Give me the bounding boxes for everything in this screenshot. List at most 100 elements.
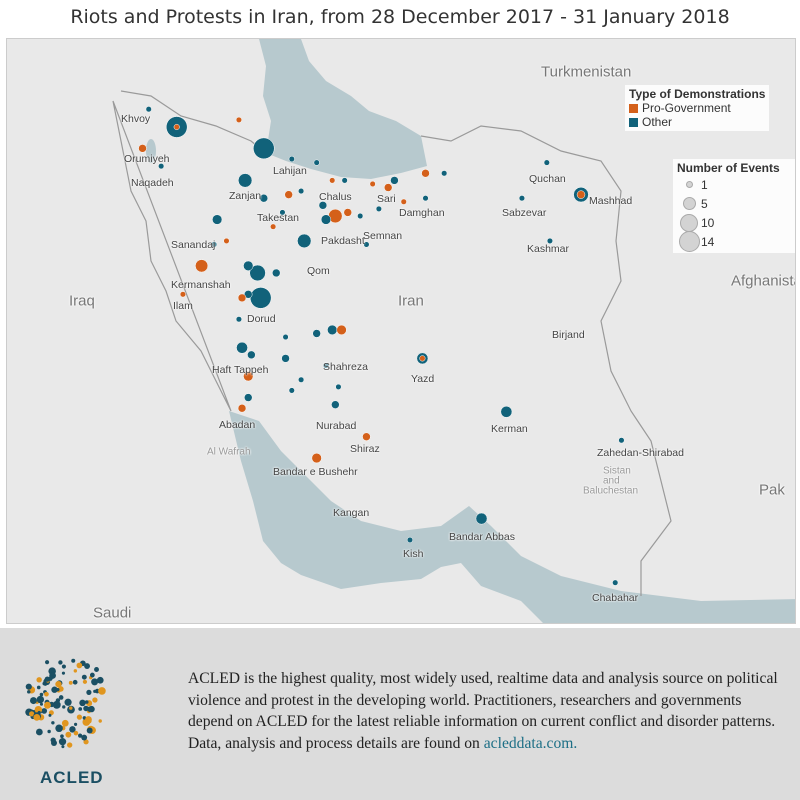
event-marker-pro-government[interactable] <box>237 404 247 413</box>
logo-dot <box>71 658 76 663</box>
event-marker-other[interactable] <box>357 212 364 220</box>
acled-logo-icon <box>25 658 106 749</box>
event-marker-other[interactable] <box>543 159 550 166</box>
city-label: Chalus <box>319 191 352 203</box>
country-label: Iraq <box>69 292 95 310</box>
event-marker-pro-government[interactable] <box>179 291 186 298</box>
size-circle <box>682 197 696 210</box>
event-marker-other[interactable] <box>390 176 399 185</box>
event-marker-other[interactable] <box>341 177 348 184</box>
event-marker-pro-government[interactable] <box>237 293 247 303</box>
acled-link[interactable]: acleddata.com. <box>484 735 578 752</box>
city-label: Quchan <box>529 173 566 185</box>
country-label: Pak <box>759 481 785 499</box>
event-marker-other[interactable] <box>281 354 290 363</box>
event-marker-pro-government[interactable] <box>284 190 293 199</box>
event-marker-other[interactable] <box>249 287 272 309</box>
logo-dot <box>37 710 41 714</box>
event-marker-other[interactable] <box>212 214 223 225</box>
map[interactable]: Iraq Iran Saudi Pak Afghanista Turkmenistan Al… <box>6 38 796 624</box>
event-marker-other[interactable] <box>244 393 253 402</box>
event-marker-other[interactable] <box>282 333 289 341</box>
event-marker-pro-government[interactable] <box>400 198 407 205</box>
event-marker-other[interactable] <box>320 214 332 225</box>
city-label: Shiraz <box>350 443 380 455</box>
event-marker-pro-government[interactable] <box>311 452 322 464</box>
event-marker-other[interactable] <box>145 106 152 113</box>
event-marker-pro-government[interactable] <box>419 355 426 362</box>
logo-dot <box>86 727 93 734</box>
event-marker-other[interactable] <box>422 195 429 202</box>
city-label: Bandar e Bushehr <box>273 466 358 478</box>
event-marker-pro-government[interactable] <box>235 116 242 123</box>
event-marker-pro-government[interactable] <box>173 123 180 131</box>
event-marker-pro-government[interactable] <box>421 169 430 178</box>
event-marker-other[interactable] <box>327 324 338 336</box>
event-marker-pro-government[interactable] <box>223 237 230 244</box>
event-marker-other[interactable] <box>618 437 625 444</box>
event-marker-pro-government[interactable] <box>362 432 371 441</box>
city-label: Kashmar <box>527 243 570 255</box>
event-marker-other[interactable] <box>247 350 256 360</box>
logo-dot <box>72 679 78 685</box>
logo-dot <box>92 697 98 703</box>
event-marker-pro-government[interactable] <box>369 180 376 188</box>
city-label: Mashhad <box>589 195 633 207</box>
country-label: Saudi <box>93 604 132 622</box>
logo-dot <box>55 680 62 688</box>
event-marker-pro-government[interactable] <box>576 190 586 199</box>
logo-dot <box>47 729 51 734</box>
size-row-10: 10 <box>677 213 795 232</box>
event-marker-other[interactable] <box>243 260 254 271</box>
event-marker-other[interactable] <box>298 376 305 383</box>
event-marker-pro-government[interactable] <box>343 208 352 217</box>
event-marker-other[interactable] <box>375 205 382 212</box>
event-marker-pro-government[interactable] <box>329 177 336 184</box>
logo-dot <box>58 738 67 746</box>
city-label: Nurabad <box>316 420 357 432</box>
event-marker-other[interactable] <box>441 170 448 177</box>
event-marker-pro-government[interactable] <box>336 324 347 336</box>
size-circle <box>680 213 698 232</box>
event-marker-other[interactable] <box>335 383 342 390</box>
event-marker-other[interactable] <box>253 137 275 160</box>
city-label: Bandar Abbas <box>449 531 515 543</box>
legend-item-pro-government[interactable]: Pro-Government <box>629 101 765 115</box>
event-marker-other[interactable] <box>612 579 619 586</box>
event-marker-other[interactable] <box>475 512 488 525</box>
event-marker-other[interactable] <box>331 400 340 409</box>
event-marker-other[interactable] <box>288 387 295 394</box>
event-marker-other[interactable] <box>236 341 248 354</box>
logo-dot <box>51 721 55 725</box>
event-marker-other[interactable] <box>500 405 513 418</box>
city-label: Ilam <box>173 300 193 312</box>
event-marker-other[interactable] <box>406 536 414 544</box>
event-marker-other[interactable] <box>288 155 295 163</box>
legend-item-other[interactable]: Other <box>629 115 765 129</box>
event-marker-pro-government[interactable] <box>383 183 393 192</box>
size-label: 5 <box>701 196 708 211</box>
event-marker-pro-government[interactable] <box>270 223 277 230</box>
footer: ACLED ACLED is the highest quality, most… <box>0 628 800 800</box>
event-marker-pro-government[interactable] <box>138 144 147 153</box>
event-marker-other[interactable] <box>312 329 321 338</box>
event-marker-other[interactable] <box>297 233 312 249</box>
city-label: Yazd <box>411 373 435 385</box>
logo-dot <box>69 706 73 710</box>
event-marker-other[interactable] <box>313 159 320 166</box>
logo-dot <box>74 722 78 726</box>
city-label: Haft Tappeh <box>212 364 269 376</box>
event-marker-other[interactable] <box>235 316 242 323</box>
logo-dot <box>98 687 106 695</box>
logo-dot <box>43 701 51 709</box>
logo-dot <box>79 699 86 707</box>
pro-government-swatch <box>629 104 638 113</box>
size-row-5: 5 <box>677 194 795 213</box>
event-marker-other[interactable] <box>272 268 281 278</box>
event-marker-other[interactable] <box>518 195 525 202</box>
event-marker-pro-government[interactable] <box>195 259 209 273</box>
event-marker-other[interactable] <box>298 188 305 195</box>
logo-dot <box>30 697 37 705</box>
logo-dot <box>65 731 72 738</box>
event-marker-other[interactable] <box>238 173 253 188</box>
